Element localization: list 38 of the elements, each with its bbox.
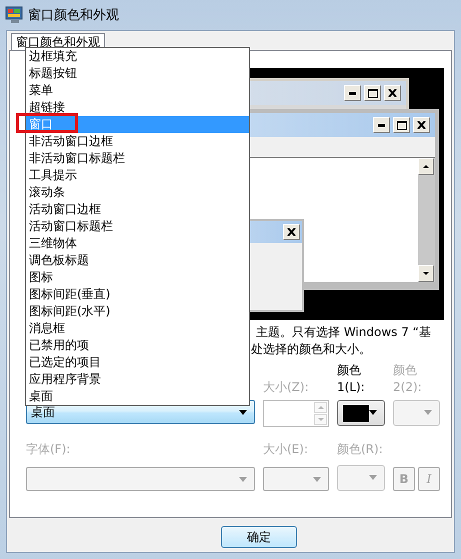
color-label: 颜色 2(2):	[393, 362, 423, 396]
close-icon	[417, 121, 426, 129]
dropdown-option[interactable]: 非活动窗口边框	[26, 133, 249, 150]
dropdown-option[interactable]: 三维物体	[26, 235, 249, 252]
dropdown-option[interactable]: 工具提示	[26, 167, 249, 184]
dropdown-option[interactable]: 菜单	[26, 82, 249, 99]
description-text: 主题。只有选择 Windows 7 “基	[255, 324, 432, 341]
font-size-label: 大小(E):	[263, 441, 309, 458]
ok-button[interactable]: 确定	[221, 526, 297, 548]
size-label: 大小(Z):	[263, 379, 310, 396]
dropdown-option[interactable]: 滚动条	[26, 184, 249, 201]
dropdown-option[interactable]: 已选定的项目	[26, 354, 249, 371]
dropdown-option[interactable]: 超链接	[26, 99, 249, 116]
close-icon	[287, 228, 296, 236]
dropdown-option[interactable]: 消息框	[26, 320, 249, 337]
close-icon	[388, 89, 397, 97]
dropdown-option[interactable]: 应用程序背景	[26, 371, 249, 388]
window-title: 窗口颜色和外观	[28, 7, 119, 24]
dropdown-option[interactable]: 已禁用的项	[26, 337, 249, 354]
dropdown-option[interactable]: 边框填充	[26, 48, 249, 65]
font-color-label: 颜色(R):	[337, 441, 384, 458]
monitor-icon	[5, 6, 25, 24]
dropdown-option[interactable]: 调色板标题	[26, 252, 249, 269]
dropdown-option[interactable]: 非活动窗口标题栏	[26, 150, 249, 167]
color-label: 颜色 1(L):	[337, 362, 366, 396]
dropdown-option[interactable]: 活动窗口标题栏	[26, 218, 249, 235]
color-picker-button[interactable]	[337, 400, 385, 426]
minimize-icon	[378, 124, 385, 126]
maximize-icon	[368, 88, 378, 98]
dropdown-option[interactable]: 图标间距(垂直)	[26, 286, 249, 303]
dropdown-option[interactable]: 图标	[26, 269, 249, 286]
description-text: 处选择的颜色和大小。	[251, 341, 372, 358]
dropdown-option[interactable]: 标题按钮	[26, 65, 249, 82]
dropdown-option[interactable]: 图标间距(水平)	[26, 303, 249, 320]
dropdown-option[interactable]: 活动窗口边框	[26, 201, 249, 218]
maximize-icon	[396, 120, 406, 130]
font-label: 字体(F):	[26, 441, 72, 458]
minimize-icon	[349, 92, 356, 94]
